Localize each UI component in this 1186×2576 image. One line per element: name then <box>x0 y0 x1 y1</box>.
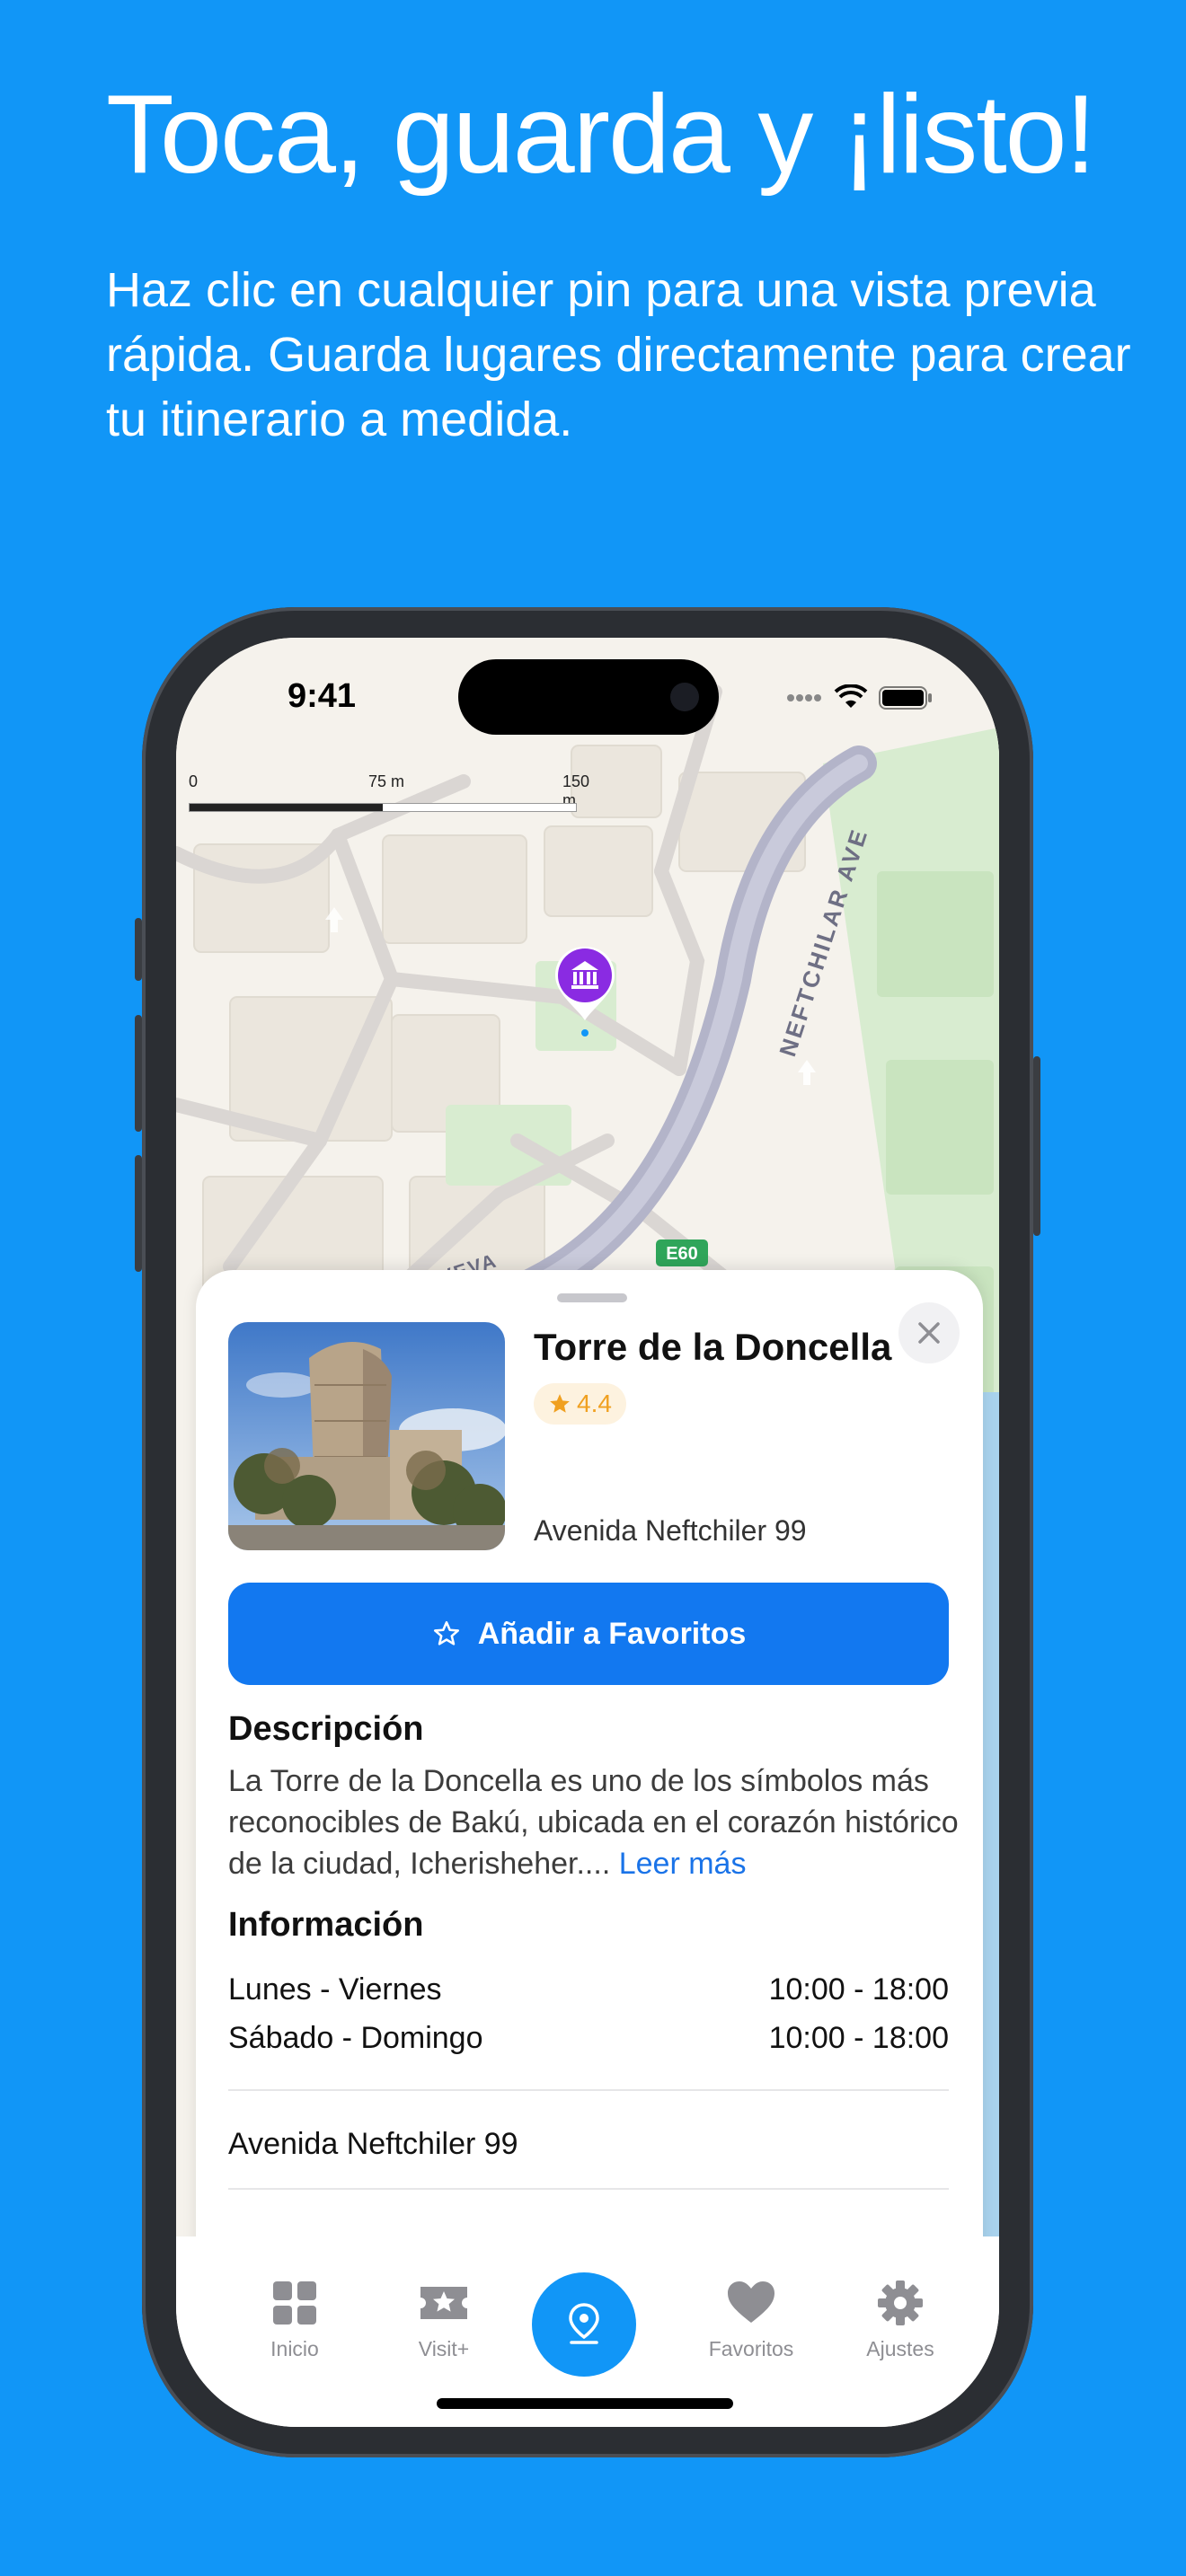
museum-pin-icon[interactable] <box>552 943 618 1042</box>
road-badge: E60 <box>656 1239 708 1266</box>
place-name: Torre de la Doncella <box>534 1326 892 1368</box>
dynamic-island <box>458 659 719 735</box>
tab-label: Favoritos <box>708 2337 794 2360</box>
grid-icon <box>273 2281 316 2325</box>
tab-ajustes[interactable]: Ajustes <box>837 2280 963 2361</box>
headline: Toca, guarda y ¡listo! <box>106 73 1096 197</box>
star-outline-icon <box>433 1620 459 1645</box>
hours-days: Lunes - Viernes <box>228 1972 442 2007</box>
divider <box>228 2089 949 2091</box>
ticket-star-icon <box>420 2287 467 2319</box>
description-heading: Descripción <box>228 1710 424 1748</box>
hours-row: Sábado - Domingo 10:00 - 18:00 <box>228 2021 949 2056</box>
divider <box>228 2188 949 2190</box>
place-address: Avenida Neftchiler 99 <box>534 1514 807 1547</box>
status-time: 9:41 <box>288 677 357 715</box>
rating-value: 4.4 <box>577 1389 612 1417</box>
add-to-favorites-button[interactable]: Añadir a Favoritos <box>228 1583 949 1685</box>
wifi-icon <box>834 684 868 708</box>
scale-label-0: 0 <box>189 772 199 790</box>
gear-icon <box>878 2280 923 2325</box>
map-pin-icon <box>569 2303 599 2344</box>
status-icons <box>787 684 933 711</box>
phone-frame: NEFTCHILAR AVE E60 VEVA 0 75 m 150 m 9:4… <box>135 607 1040 2457</box>
add-to-favorites-label: Añadir a Favoritos <box>477 1616 747 1651</box>
map-scale: 0 75 m 150 m <box>189 772 589 812</box>
home-indicator <box>437 2398 733 2409</box>
signal-icon <box>787 694 821 701</box>
tab-favoritos[interactable]: Favoritos <box>688 2280 814 2361</box>
close-button[interactable] <box>898 1302 960 1363</box>
scale-label-75: 75 m <box>368 772 405 790</box>
hours-row: Lunes - Viernes 10:00 - 18:00 <box>228 1972 949 2007</box>
phone-screen: NEFTCHILAR AVE E60 VEVA 0 75 m 150 m 9:4… <box>176 638 999 2427</box>
sheet-grabber[interactable] <box>557 1293 627 1302</box>
tab-inicio[interactable]: Inicio <box>232 2280 358 2361</box>
battery-icon <box>879 686 932 710</box>
place-photo[interactable] <box>228 1322 505 1550</box>
tab-label: Ajustes <box>866 2337 934 2360</box>
heart-icon <box>728 2281 774 2323</box>
info-address[interactable]: Avenida Neftchiler 99 <box>228 2127 518 2162</box>
tab-map[interactable] <box>532 2272 636 2377</box>
tab-visit-plus[interactable]: Visit+ <box>381 2280 507 2361</box>
tab-label: Visit+ <box>418 2337 470 2360</box>
svg-text:E60: E60 <box>666 1244 698 1264</box>
subtitle: Haz clic en cualquier pin para una vista… <box>106 263 1131 446</box>
tab-label: Inicio <box>270 2337 319 2360</box>
hours-time: 10:00 - 18:00 <box>768 2021 949 2055</box>
place-detail-sheet: Torre de la Doncella 4.4 Avenida Neftchi… <box>196 1270 983 2303</box>
rating-badge: 4.4 <box>534 1383 626 1425</box>
close-icon <box>918 1322 940 1344</box>
description-text: La Torre de la Doncella es uno de los sí… <box>228 1764 959 1881</box>
info-heading: Información <box>228 1906 424 1944</box>
read-more-link[interactable]: Leer más <box>619 1847 747 1881</box>
hours-time: 10:00 - 18:00 <box>768 1972 949 2007</box>
star-icon <box>550 1394 570 1413</box>
hours-days: Sábado - Domingo <box>228 2021 483 2055</box>
